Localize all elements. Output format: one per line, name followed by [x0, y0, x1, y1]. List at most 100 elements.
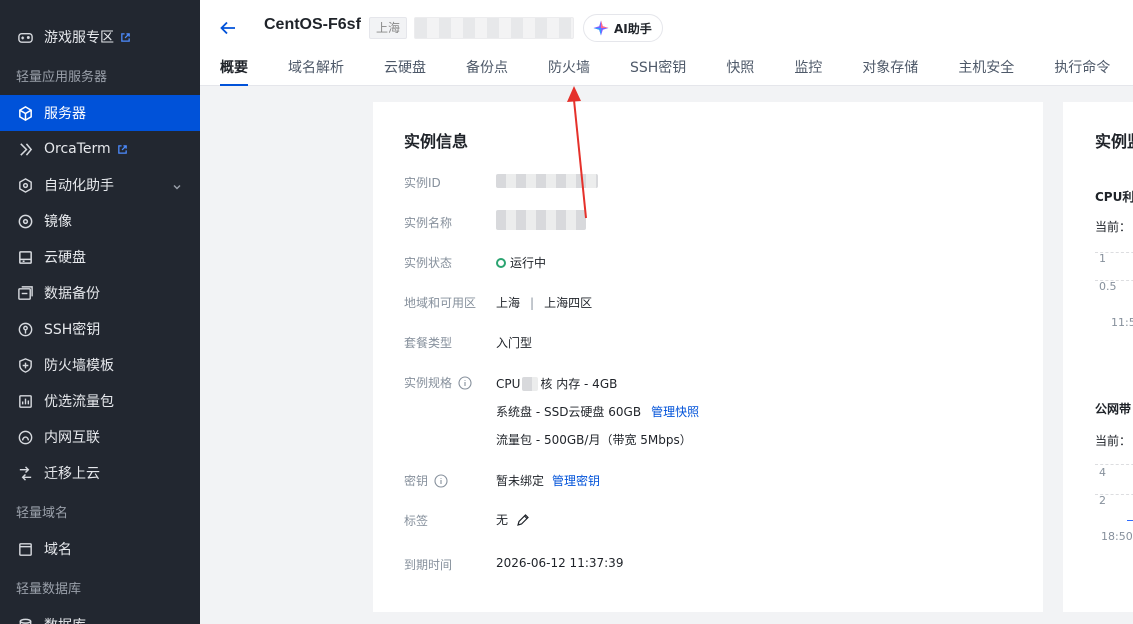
bw-tick-4: 4 [1099, 466, 1106, 479]
sidebar-item-label: 内网互联 [44, 430, 100, 446]
sidebar-item-label: 数据库 [44, 615, 86, 624]
sidebar-item-label: OrcaTerm [44, 141, 111, 157]
value-spec-traffic: 流量包 - 500GB/月（带宽 5Mbps） [496, 433, 692, 447]
key-status: 暂未绑定 [496, 474, 545, 488]
sidebar-group-lighthouse: 轻量应用服务器 [16, 69, 108, 85]
info-icon[interactable] [434, 473, 448, 488]
value-instance-id [496, 174, 598, 188]
back-arrow-icon[interactable] [218, 18, 238, 38]
sidebar-item-game-servers[interactable]: 游戏服专区 [0, 19, 200, 55]
status-text: 运行中 [510, 256, 547, 270]
sidebar-item-label: 服务器 [44, 106, 86, 122]
value-instance-status: 运行中 [496, 254, 546, 271]
tab-dns[interactable]: 域名解析 [288, 58, 344, 86]
sidebar-item-label: SSH密钥 [44, 322, 101, 338]
bw-tick-2: 2 [1099, 494, 1106, 507]
tab-host-security[interactable]: 主机安全 [958, 58, 1014, 86]
sidebar-item-servers[interactable]: 服务器 [0, 95, 200, 131]
tab-bar: 概要 域名解析 云硬盘 备份点 防火墙 SSH密钥 快照 监控 对象存储 主机安… [220, 58, 1110, 86]
key-icon [16, 320, 34, 338]
pencil-edit-icon[interactable] [516, 513, 530, 527]
value-package: 入门型 [496, 336, 533, 350]
monitor-card-title: 实例监 [1095, 132, 1133, 151]
external-link-icon [117, 144, 128, 155]
sidebar-item-firewall-templates[interactable]: 防火墙模板 [0, 347, 200, 383]
sidebar-item-orcaterm[interactable]: OrcaTerm [0, 131, 200, 167]
spec-label-text: 实例规格 [404, 376, 453, 390]
robot-icon [16, 176, 34, 194]
value-spec-disk: 系统盘 - SSD云硬盘 60GB 管理快照 [496, 403, 699, 420]
sidebar-item-label: 域名 [44, 542, 72, 558]
tab-snapshots[interactable]: 快照 [726, 58, 754, 86]
sidebar-group-database: 轻量数据库 [16, 581, 82, 597]
sidebar-item-domain[interactable]: 域名 [0, 531, 200, 567]
manage-snapshots-link[interactable]: 管理快照 [651, 403, 699, 420]
sidebar-item-backup[interactable]: 数据备份 [0, 275, 200, 311]
tab-cloud-disk[interactable]: 云硬盘 [384, 58, 426, 86]
shield-icon [16, 356, 34, 374]
sidebar-item-label: 防火墙模板 [44, 358, 114, 374]
sidebar-item-intranet[interactable]: 内网互联 [0, 419, 200, 455]
disc-icon [16, 212, 34, 230]
tab-monitoring[interactable]: 监控 [794, 58, 822, 86]
sidebar-item-label: 数据备份 [44, 286, 100, 302]
tab-ssh-keys[interactable]: SSH密钥 [630, 58, 686, 86]
spec-cpu: CPU [496, 376, 521, 391]
separator: | [530, 295, 535, 310]
header: CentOS-F6sf 上海 AI助手 概要 域名解析 云硬盘 备份点 防火墙 … [200, 0, 1133, 86]
database-icon [16, 616, 34, 624]
main-area: CentOS-F6sf 上海 AI助手 概要 域名解析 云硬盘 备份点 防火墙 … [200, 0, 1133, 624]
terminal-icon [16, 140, 34, 158]
redacted-instance-name [496, 210, 586, 230]
domain-icon [16, 540, 34, 558]
ai-assistant-label: AI助手 [614, 21, 652, 36]
sidebar-item-images[interactable]: 镜像 [0, 203, 200, 239]
label-expire: 到期时间 [404, 558, 453, 572]
instance-info-card: 实例信息 实例ID 实例名称 实例状态 运行中 地域和可用区 上海 | 上海四区… [373, 102, 1043, 612]
tab-backup-points[interactable]: 备份点 [466, 58, 508, 86]
redacted-instance-id [496, 174, 598, 188]
sidebar-item-label: 云硬盘 [44, 250, 86, 266]
key-label-text: 密钥 [404, 474, 429, 488]
region-tag: 上海 [369, 17, 408, 39]
sidebar-item-migration[interactable]: 迁移上云 [0, 455, 200, 491]
tab-object-storage[interactable]: 对象存储 [862, 58, 918, 86]
spec-disk: 系统盘 - SSD云硬盘 60GB [496, 405, 642, 419]
tab-overview[interactable]: 概要 [220, 58, 248, 86]
bandwidth-current-label: 当前： [1095, 434, 1132, 448]
cpu-current-label: 当前： [1095, 220, 1132, 234]
info-icon[interactable] [458, 375, 472, 390]
sidebar-item-cloud-disk[interactable]: 云硬盘 [0, 239, 200, 275]
manage-keys-link[interactable]: 管理密钥 [552, 472, 600, 489]
gridline [1095, 464, 1133, 465]
sidebar-item-automation[interactable]: 自动化助手 [0, 167, 200, 203]
sidebar-item-label: 镜像 [44, 214, 72, 230]
migrate-icon [16, 464, 34, 482]
sidebar-item-label: 迁移上云 [44, 466, 100, 482]
sidebar: 游戏服专区 轻量应用服务器 服务器 OrcaTerm 自动化助手 镜像 云硬盘 [0, 0, 200, 624]
external-link-icon [120, 32, 131, 43]
value-expire: 2026-06-12 11:37:39 [496, 556, 624, 570]
ai-sparkle-icon [592, 19, 610, 37]
label-tags: 标签 [404, 514, 429, 528]
chevron-down-icon[interactable] [172, 180, 182, 196]
cpu-usage-label: CPU利 [1095, 190, 1133, 204]
harddisk-icon [16, 248, 34, 266]
ai-assistant-button[interactable]: AI助手 [583, 14, 663, 42]
spec-mem: 核 内存 - 4GB [540, 377, 618, 391]
sidebar-group-domain: 轻量域名 [16, 505, 69, 521]
redacted-ip [414, 17, 574, 39]
redacted-cpu-count [522, 376, 539, 391]
label-spec: 实例规格 [404, 374, 472, 391]
sidebar-item-database[interactable]: 数据库 [0, 607, 200, 624]
value-tags: 无 [496, 511, 530, 528]
backup-icon [16, 284, 34, 302]
sidebar-item-traffic-packages[interactable]: 优选流量包 [0, 383, 200, 419]
cpu-tick-1: 1 [1099, 252, 1106, 265]
tab-firewall[interactable]: 防火墙 [548, 58, 590, 86]
label-region: 地域和可用区 [404, 296, 477, 310]
sidebar-item-ssh-keys[interactable]: SSH密钥 [0, 311, 200, 347]
sidebar-item-label: 游戏服专区 [44, 30, 114, 46]
tab-run-command[interactable]: 执行命令 [1054, 58, 1110, 86]
value-instance-name [496, 210, 586, 230]
